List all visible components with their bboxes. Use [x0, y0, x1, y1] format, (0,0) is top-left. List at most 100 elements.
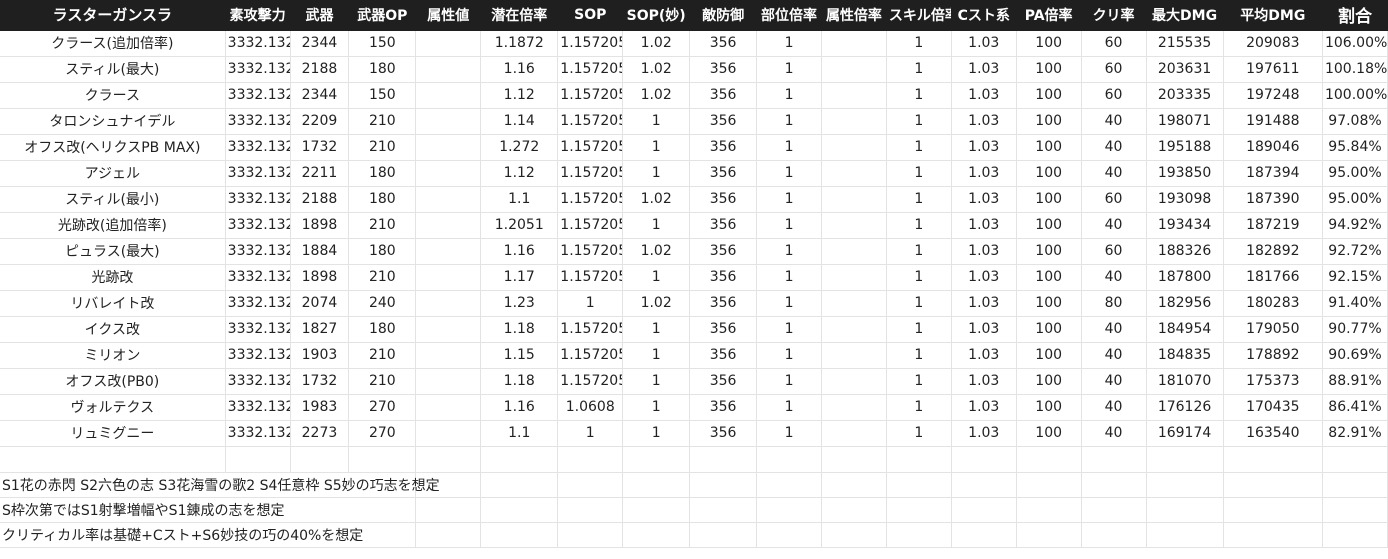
table-cell[interactable] — [557, 497, 624, 523]
table-cell[interactable]: 1.12 — [480, 160, 559, 187]
table-cell[interactable]: 100 — [1016, 290, 1082, 317]
table-cell[interactable] — [622, 446, 691, 473]
table-cell[interactable]: 88.91% — [1322, 368, 1388, 395]
table-cell[interactable] — [622, 472, 691, 498]
table-cell[interactable] — [348, 446, 417, 473]
table-cell[interactable]: 1 — [886, 82, 952, 109]
table-cell[interactable]: 3332.132 — [225, 134, 291, 161]
table-cell[interactable]: 1 — [756, 316, 822, 343]
table-cell[interactable]: 1.157205 — [557, 56, 624, 83]
table-cell[interactable] — [821, 108, 887, 135]
table-cell[interactable]: 184835 — [1146, 342, 1224, 369]
table-cell[interactable] — [1146, 497, 1224, 523]
table-cell[interactable]: 86.41% — [1322, 394, 1388, 421]
table-cell[interactable]: 3332.132 — [225, 212, 291, 239]
table-cell[interactable]: 1.03 — [951, 186, 1017, 213]
table-cell[interactable]: ピュラス(最大) — [0, 238, 226, 265]
table-cell[interactable] — [480, 522, 559, 548]
table-cell[interactable] — [689, 497, 758, 523]
table-cell[interactable]: 100 — [1016, 316, 1082, 343]
table-cell[interactable]: 1 — [756, 342, 822, 369]
column-header[interactable]: 属性倍率 — [821, 0, 887, 31]
table-cell[interactable] — [415, 420, 482, 447]
table-cell[interactable]: 1 — [756, 212, 822, 239]
table-cell[interactable]: 179050 — [1223, 316, 1323, 343]
table-cell[interactable]: 40 — [1081, 134, 1147, 161]
table-cell[interactable]: 3332.132 — [225, 30, 291, 57]
column-header[interactable]: 素攻撃力 — [225, 0, 291, 31]
table-cell[interactable]: スティル(最小) — [0, 186, 226, 213]
table-cell[interactable]: 3332.132 — [225, 316, 291, 343]
table-cell[interactable]: 1.03 — [951, 238, 1017, 265]
table-cell[interactable]: 240 — [348, 290, 417, 317]
table-cell[interactable]: 356 — [689, 82, 758, 109]
table-cell[interactable] — [951, 472, 1017, 498]
table-cell[interactable] — [821, 446, 887, 473]
table-cell[interactable]: 1.157205 — [557, 82, 624, 109]
table-cell[interactable] — [821, 368, 887, 395]
column-header[interactable]: ラスターガンスラ — [0, 0, 226, 31]
table-cell[interactable]: 1 — [756, 56, 822, 83]
table-cell[interactable] — [225, 446, 291, 473]
table-cell[interactable]: 100 — [1016, 394, 1082, 421]
table-cell[interactable]: 1 — [886, 56, 952, 83]
table-cell[interactable]: 1 — [557, 420, 624, 447]
table-cell[interactable]: 1.03 — [951, 368, 1017, 395]
table-cell[interactable]: 203631 — [1146, 56, 1224, 83]
table-cell[interactable]: 356 — [689, 420, 758, 447]
table-cell[interactable] — [1016, 522, 1082, 548]
table-cell[interactable]: 1.16 — [480, 238, 559, 265]
table-cell[interactable]: 82.91% — [1322, 420, 1388, 447]
table-cell[interactable] — [689, 446, 758, 473]
table-cell[interactable]: 1 — [622, 368, 691, 395]
table-cell[interactable]: 100 — [1016, 82, 1082, 109]
table-cell[interactable] — [821, 420, 887, 447]
table-cell[interactable]: リュミグニー — [0, 420, 226, 447]
table-cell[interactable] — [415, 82, 482, 109]
table-cell[interactable] — [1223, 446, 1323, 473]
table-cell[interactable] — [1322, 522, 1388, 548]
table-cell[interactable]: リバレイト改 — [0, 290, 226, 317]
table-cell[interactable]: クラース(追加倍率) — [0, 30, 226, 57]
table-cell[interactable]: 356 — [689, 56, 758, 83]
table-cell[interactable]: 1 — [756, 186, 822, 213]
table-cell[interactable]: 光跡改(追加倍率) — [0, 212, 226, 239]
table-cell[interactable]: 40 — [1081, 342, 1147, 369]
table-cell[interactable]: 150 — [348, 30, 417, 57]
table-cell[interactable]: 182956 — [1146, 290, 1224, 317]
table-cell[interactable]: 1.14 — [480, 108, 559, 135]
table-cell[interactable]: 3332.132 — [225, 82, 291, 109]
table-cell[interactable]: オフス改(PB0) — [0, 368, 226, 395]
table-cell[interactable]: 356 — [689, 160, 758, 187]
table-cell[interactable]: 188326 — [1146, 238, 1224, 265]
table-cell[interactable]: 1 — [622, 342, 691, 369]
column-header[interactable]: SOP(妙) — [622, 0, 691, 31]
column-header[interactable]: クリ率 — [1081, 0, 1147, 31]
table-cell[interactable]: 1.1 — [480, 186, 559, 213]
table-cell[interactable]: 356 — [689, 342, 758, 369]
table-cell[interactable]: スティル(最大) — [0, 56, 226, 83]
table-cell[interactable] — [557, 446, 624, 473]
table-cell[interactable] — [1146, 446, 1224, 473]
table-cell[interactable]: 197611 — [1223, 56, 1323, 83]
table-cell[interactable] — [1322, 446, 1388, 473]
table-cell[interactable]: 1.157205 — [557, 134, 624, 161]
table-cell[interactable] — [415, 56, 482, 83]
table-cell[interactable]: 1 — [622, 394, 691, 421]
table-cell[interactable]: 356 — [689, 108, 758, 135]
table-cell[interactable]: 1 — [756, 238, 822, 265]
table-cell[interactable]: 1884 — [290, 238, 350, 265]
table-cell[interactable]: 1.03 — [951, 264, 1017, 291]
table-cell[interactable]: 180 — [348, 238, 417, 265]
table-cell[interactable]: 181070 — [1146, 368, 1224, 395]
table-cell[interactable]: 1.02 — [622, 238, 691, 265]
table-cell[interactable]: 187394 — [1223, 160, 1323, 187]
table-cell[interactable] — [1146, 522, 1224, 548]
table-cell[interactable] — [290, 446, 350, 473]
table-cell[interactable] — [480, 446, 559, 473]
column-header[interactable]: PA倍率 — [1016, 0, 1082, 31]
table-cell[interactable]: 1.16 — [480, 394, 559, 421]
table-cell[interactable]: 178892 — [1223, 342, 1323, 369]
table-cell[interactable]: 100 — [1016, 160, 1082, 187]
table-cell[interactable]: 2074 — [290, 290, 350, 317]
